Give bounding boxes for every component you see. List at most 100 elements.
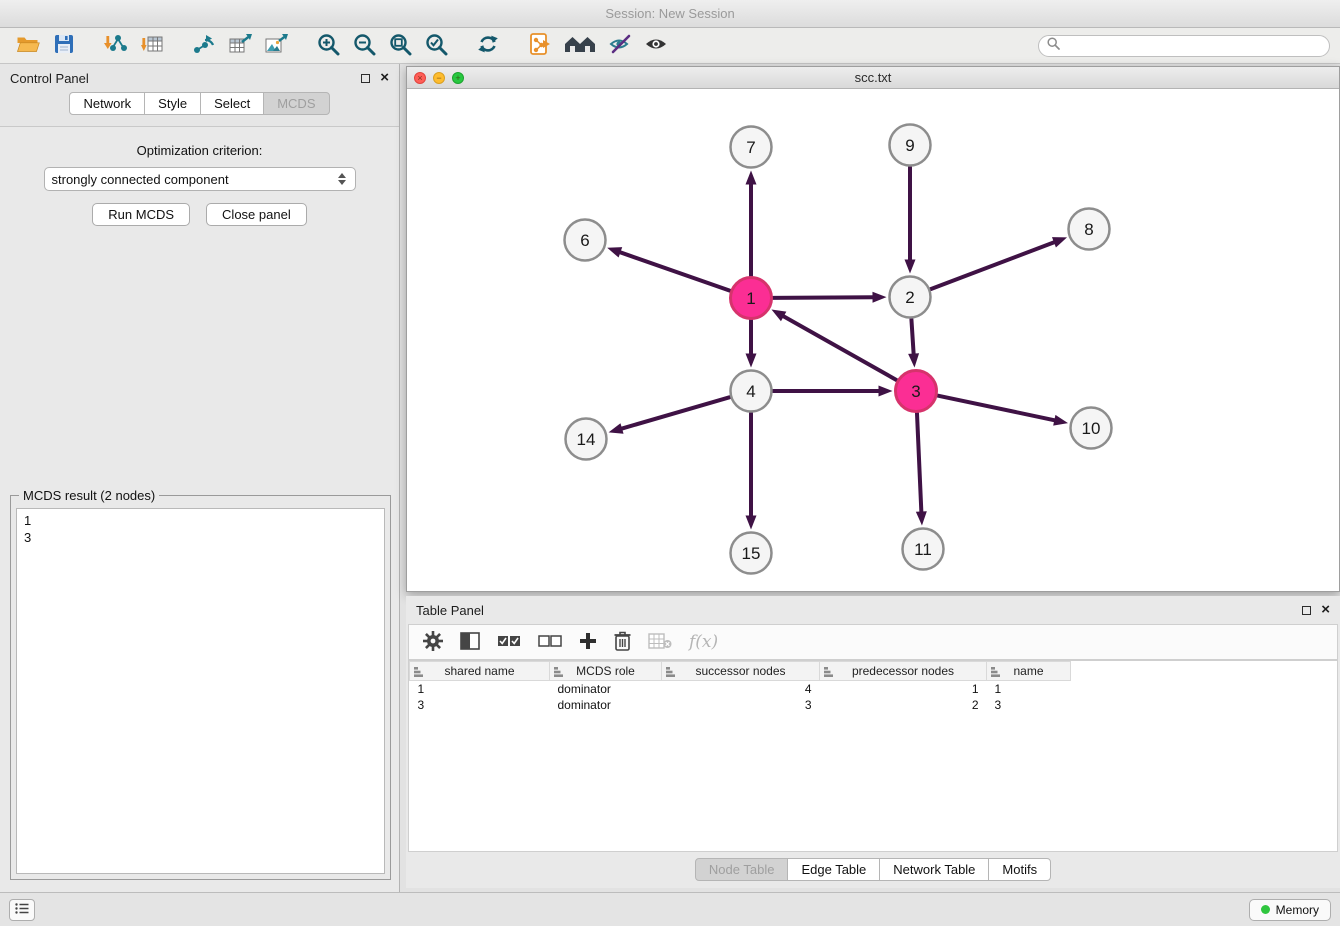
import-network-button[interactable] xyxy=(98,31,134,61)
save-session-button[interactable] xyxy=(46,31,82,61)
open-folder-icon xyxy=(16,34,40,57)
column-header-mcds-role[interactable]: MCDS role xyxy=(550,662,662,681)
export-table-button[interactable] xyxy=(222,31,258,61)
search-input[interactable] xyxy=(1066,39,1321,53)
edge-3-11[interactable] xyxy=(917,413,921,512)
mcds-result-list[interactable]: 13 xyxy=(16,508,385,874)
table-cell[interactable]: 4 xyxy=(662,681,820,697)
export-image-button[interactable] xyxy=(258,31,294,61)
network-window-titlebar: scc.txt × − + xyxy=(407,67,1339,89)
select-all-columns-button[interactable] xyxy=(497,629,521,655)
show-graphics-button[interactable] xyxy=(638,31,674,61)
memory-button[interactable]: Memory xyxy=(1249,899,1331,921)
zoom-out-button[interactable] xyxy=(346,31,382,61)
export-network-icon xyxy=(192,33,216,58)
edge-1-2[interactable] xyxy=(773,297,873,298)
run-mcds-button[interactable]: Run MCDS xyxy=(92,203,190,226)
network-document-button[interactable] xyxy=(522,31,558,61)
edge-3-10[interactable] xyxy=(938,396,1055,421)
node-table: shared nameMCDS rolesuccessor nodesprede… xyxy=(408,660,1338,852)
table-cell[interactable]: 3 xyxy=(662,697,820,713)
tab-node-table[interactable]: Node Table xyxy=(695,858,789,881)
arrowhead-icon xyxy=(746,171,757,185)
dropdown-value: strongly connected component xyxy=(52,172,229,187)
tab-mcds[interactable]: MCDS xyxy=(263,92,329,115)
arrowhead-icon xyxy=(1053,415,1068,426)
network-view-window: scc.txt × − + 7968124314101511 xyxy=(406,66,1340,592)
open-file-button[interactable] xyxy=(10,31,46,61)
tab-edge-table[interactable]: Edge Table xyxy=(787,858,880,881)
delete-table-button[interactable] xyxy=(648,629,672,655)
tab-network[interactable]: Network xyxy=(69,92,145,115)
table-cell[interactable]: dominator xyxy=(550,681,662,697)
home-layout-button[interactable] xyxy=(558,31,602,61)
result-line: 1 xyxy=(24,512,377,529)
export-network-button[interactable] xyxy=(186,31,222,61)
table-cell[interactable]: 1 xyxy=(410,681,550,697)
zoom-fit-icon xyxy=(389,33,412,59)
zoom-out-icon xyxy=(353,33,376,59)
tab-motifs[interactable]: Motifs xyxy=(988,858,1051,881)
float-table-panel-icon[interactable] xyxy=(1302,606,1311,615)
import-table-button[interactable] xyxy=(134,31,170,61)
optimization-dropdown[interactable]: strongly connected component xyxy=(44,167,356,191)
show-panels-button[interactable] xyxy=(9,899,35,921)
arrowhead-icon xyxy=(607,247,622,257)
zoom-selected-button[interactable] xyxy=(418,31,454,61)
result-line: 3 xyxy=(24,529,377,546)
table-cell[interactable]: 1 xyxy=(987,681,1071,697)
save-floppy-icon xyxy=(54,34,74,57)
column-header-successor-nodes[interactable]: successor nodes xyxy=(662,662,820,681)
float-panel-icon[interactable] xyxy=(361,74,370,83)
zoom-fit-button[interactable] xyxy=(382,31,418,61)
minimize-window-icon[interactable]: − xyxy=(433,72,445,84)
table-cell[interactable]: 2 xyxy=(820,697,987,713)
zoom-window-icon[interactable]: + xyxy=(452,72,464,84)
tab-style[interactable]: Style xyxy=(144,92,201,115)
close-window-icon[interactable]: × xyxy=(414,72,426,84)
visual-style-button[interactable] xyxy=(602,31,638,61)
node-label-3: 3 xyxy=(911,382,920,401)
close-table-panel-icon[interactable]: × xyxy=(1321,605,1330,615)
table-row[interactable]: 3dominator323 xyxy=(410,697,1071,713)
refresh-button[interactable] xyxy=(470,31,506,61)
create-column-button[interactable] xyxy=(579,629,597,655)
table-delete-icon xyxy=(648,633,672,652)
table-row[interactable]: 1dominator411 xyxy=(410,681,1071,697)
node-label-9: 9 xyxy=(905,136,914,155)
table-cell[interactable]: 3 xyxy=(987,697,1071,713)
window-titlebar: Session: New Session xyxy=(0,0,1340,28)
edge-3-1[interactable] xyxy=(783,316,897,380)
column-header-predecessor-nodes[interactable]: predecessor nodes xyxy=(820,662,987,681)
trash-icon xyxy=(614,631,631,654)
delete-column-button[interactable] xyxy=(614,629,631,655)
unselect-all-columns-button[interactable] xyxy=(538,629,562,655)
checked-boxes-icon xyxy=(497,635,521,650)
node-label-4: 4 xyxy=(746,382,755,401)
visual-style-icon xyxy=(608,33,632,58)
function-builder-button[interactable]: f(x) xyxy=(689,629,718,655)
edge-2-8[interactable] xyxy=(931,242,1055,289)
edge-4-14[interactable] xyxy=(621,397,729,429)
arrowhead-icon xyxy=(609,423,624,434)
close-panel-icon[interactable]: × xyxy=(380,73,389,83)
main-toolbar xyxy=(0,28,1340,64)
network-canvas[interactable]: 7968124314101511 xyxy=(407,89,1339,591)
table-cell[interactable]: 1 xyxy=(820,681,987,697)
column-header-name[interactable]: name xyxy=(987,662,1071,681)
edge-2-3[interactable] xyxy=(911,319,913,354)
node-label-15: 15 xyxy=(742,544,761,563)
table-cell[interactable]: dominator xyxy=(550,697,662,713)
show-columns-button[interactable] xyxy=(460,629,480,655)
column-header-shared-name[interactable]: shared name xyxy=(410,662,550,681)
arrowhead-icon xyxy=(916,511,927,525)
close-panel-button[interactable]: Close panel xyxy=(206,203,307,226)
table-cell[interactable]: 3 xyxy=(410,697,550,713)
control-panel: Control Panel × NetworkStyleSelectMCDS O… xyxy=(0,64,400,892)
table-settings-button[interactable] xyxy=(423,629,443,655)
edge-1-6[interactable] xyxy=(619,252,729,291)
zoom-in-button[interactable] xyxy=(310,31,346,61)
tab-select[interactable]: Select xyxy=(200,92,264,115)
refresh-icon xyxy=(476,32,500,59)
tab-network-table[interactable]: Network Table xyxy=(879,858,989,881)
